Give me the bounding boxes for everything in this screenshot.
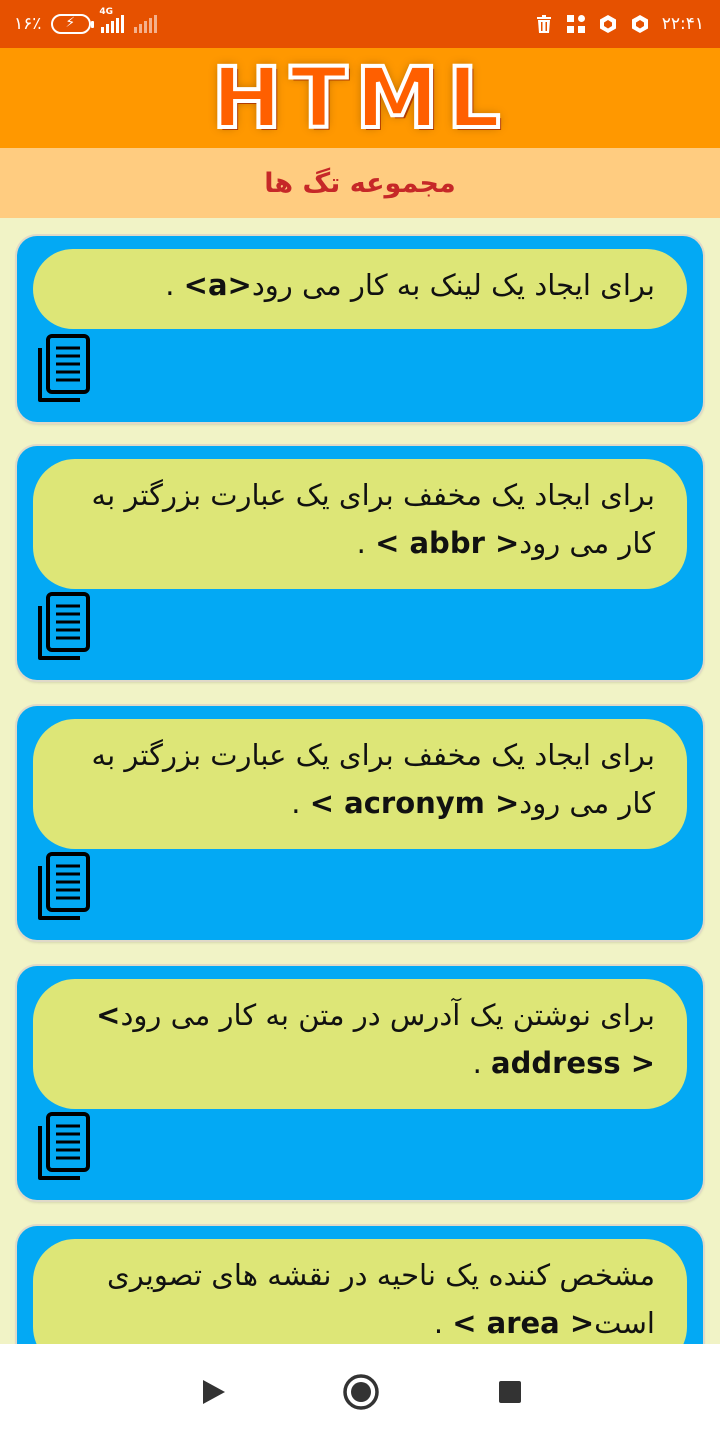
tag-name: < abbr > [375, 526, 520, 560]
tag-card[interactable]: برای ایجاد یک مخفف برای یک عبارت بزرگتر … [17, 446, 703, 680]
tag-description-bubble: برای ایجاد یک مخفف برای یک عبارت بزرگتر … [33, 459, 687, 589]
tag-period: . [165, 268, 175, 302]
battery-charging-icon: ⚡ [51, 14, 95, 34]
status-bar: ۱۶٪ ⚡ 4G ۲۲:۴۱ [0, 0, 720, 48]
app-logo-title: HTML [210, 47, 509, 149]
apps-grid-icon [566, 15, 585, 33]
tag-card[interactable]: مشخص کننده یک ناحیه در نقشه های تصویری ا… [17, 1226, 703, 1344]
copy-document-icon[interactable] [36, 850, 92, 922]
tag-period: . [356, 526, 366, 560]
section-title: مجموعه تگ ها [264, 167, 456, 199]
tag-description-bubble: برای ایجاد یک مخفف برای یک عبارت بزرگتر … [33, 719, 687, 849]
tag-period: . [291, 786, 301, 820]
tag-period: . [433, 1306, 444, 1340]
clock-time: ۲۲:۴۱ [661, 14, 704, 34]
tag-description-bubble: برای ایجاد یک لینک به کار می رود<a> . [33, 249, 687, 329]
network-type-label: 4G [99, 7, 114, 17]
tag-card[interactable]: برای ایجاد یک مخفف برای یک عبارت بزرگتر … [17, 706, 703, 940]
system-navigation-bar [0, 1344, 720, 1440]
tag-card[interactable]: برای ایجاد یک لینک به کار می رود<a> . [17, 236, 703, 422]
copy-document-icon[interactable] [36, 332, 92, 404]
tag-name: < area > [452, 1306, 595, 1340]
app-header: HTML [0, 47, 720, 149]
tag-name: <a> [183, 268, 252, 302]
tag-list[interactable]: برای ایجاد یک لینک به کار می رود<a> . بر… [0, 218, 720, 1344]
back-button[interactable] [194, 1372, 234, 1412]
battery-percent: ۱۶٪ [14, 14, 42, 34]
signal-strength-sim2-icon [134, 15, 158, 33]
tag-description-bubble: مشخص کننده یک ناحیه در نقشه های تصویری ا… [33, 1239, 687, 1344]
tag-description-bubble: برای نوشتن یک آدرس در متن به کار می رود<… [33, 979, 687, 1109]
trash-icon [536, 15, 551, 33]
home-circle-icon [343, 1374, 379, 1410]
tag-description: برای نوشتن یک آدرس در متن به کار می رود [120, 998, 655, 1032]
recents-button[interactable] [490, 1372, 530, 1412]
tag-description: برای ایجاد یک مخفف برای یک عبارت بزرگتر … [91, 478, 655, 560]
recents-square-icon [499, 1381, 521, 1403]
hexagon-app-icon [599, 15, 616, 33]
back-triangle-icon [203, 1380, 225, 1404]
hexagon-app-icon-2 [631, 15, 648, 33]
tag-description: برای ایجاد یک لینک به کار می رود [251, 268, 655, 302]
tag-name: < acronym > [309, 786, 520, 820]
home-button[interactable] [341, 1372, 381, 1412]
section-header: مجموعه تگ ها [0, 148, 720, 218]
tag-card[interactable]: برای نوشتن یک آدرس در متن به کار می رود<… [17, 966, 703, 1200]
tag-period: . [472, 1046, 482, 1080]
copy-document-icon[interactable] [36, 1110, 92, 1182]
copy-document-icon[interactable] [36, 590, 92, 662]
signal-strength-icon: 4G [99, 7, 125, 33]
